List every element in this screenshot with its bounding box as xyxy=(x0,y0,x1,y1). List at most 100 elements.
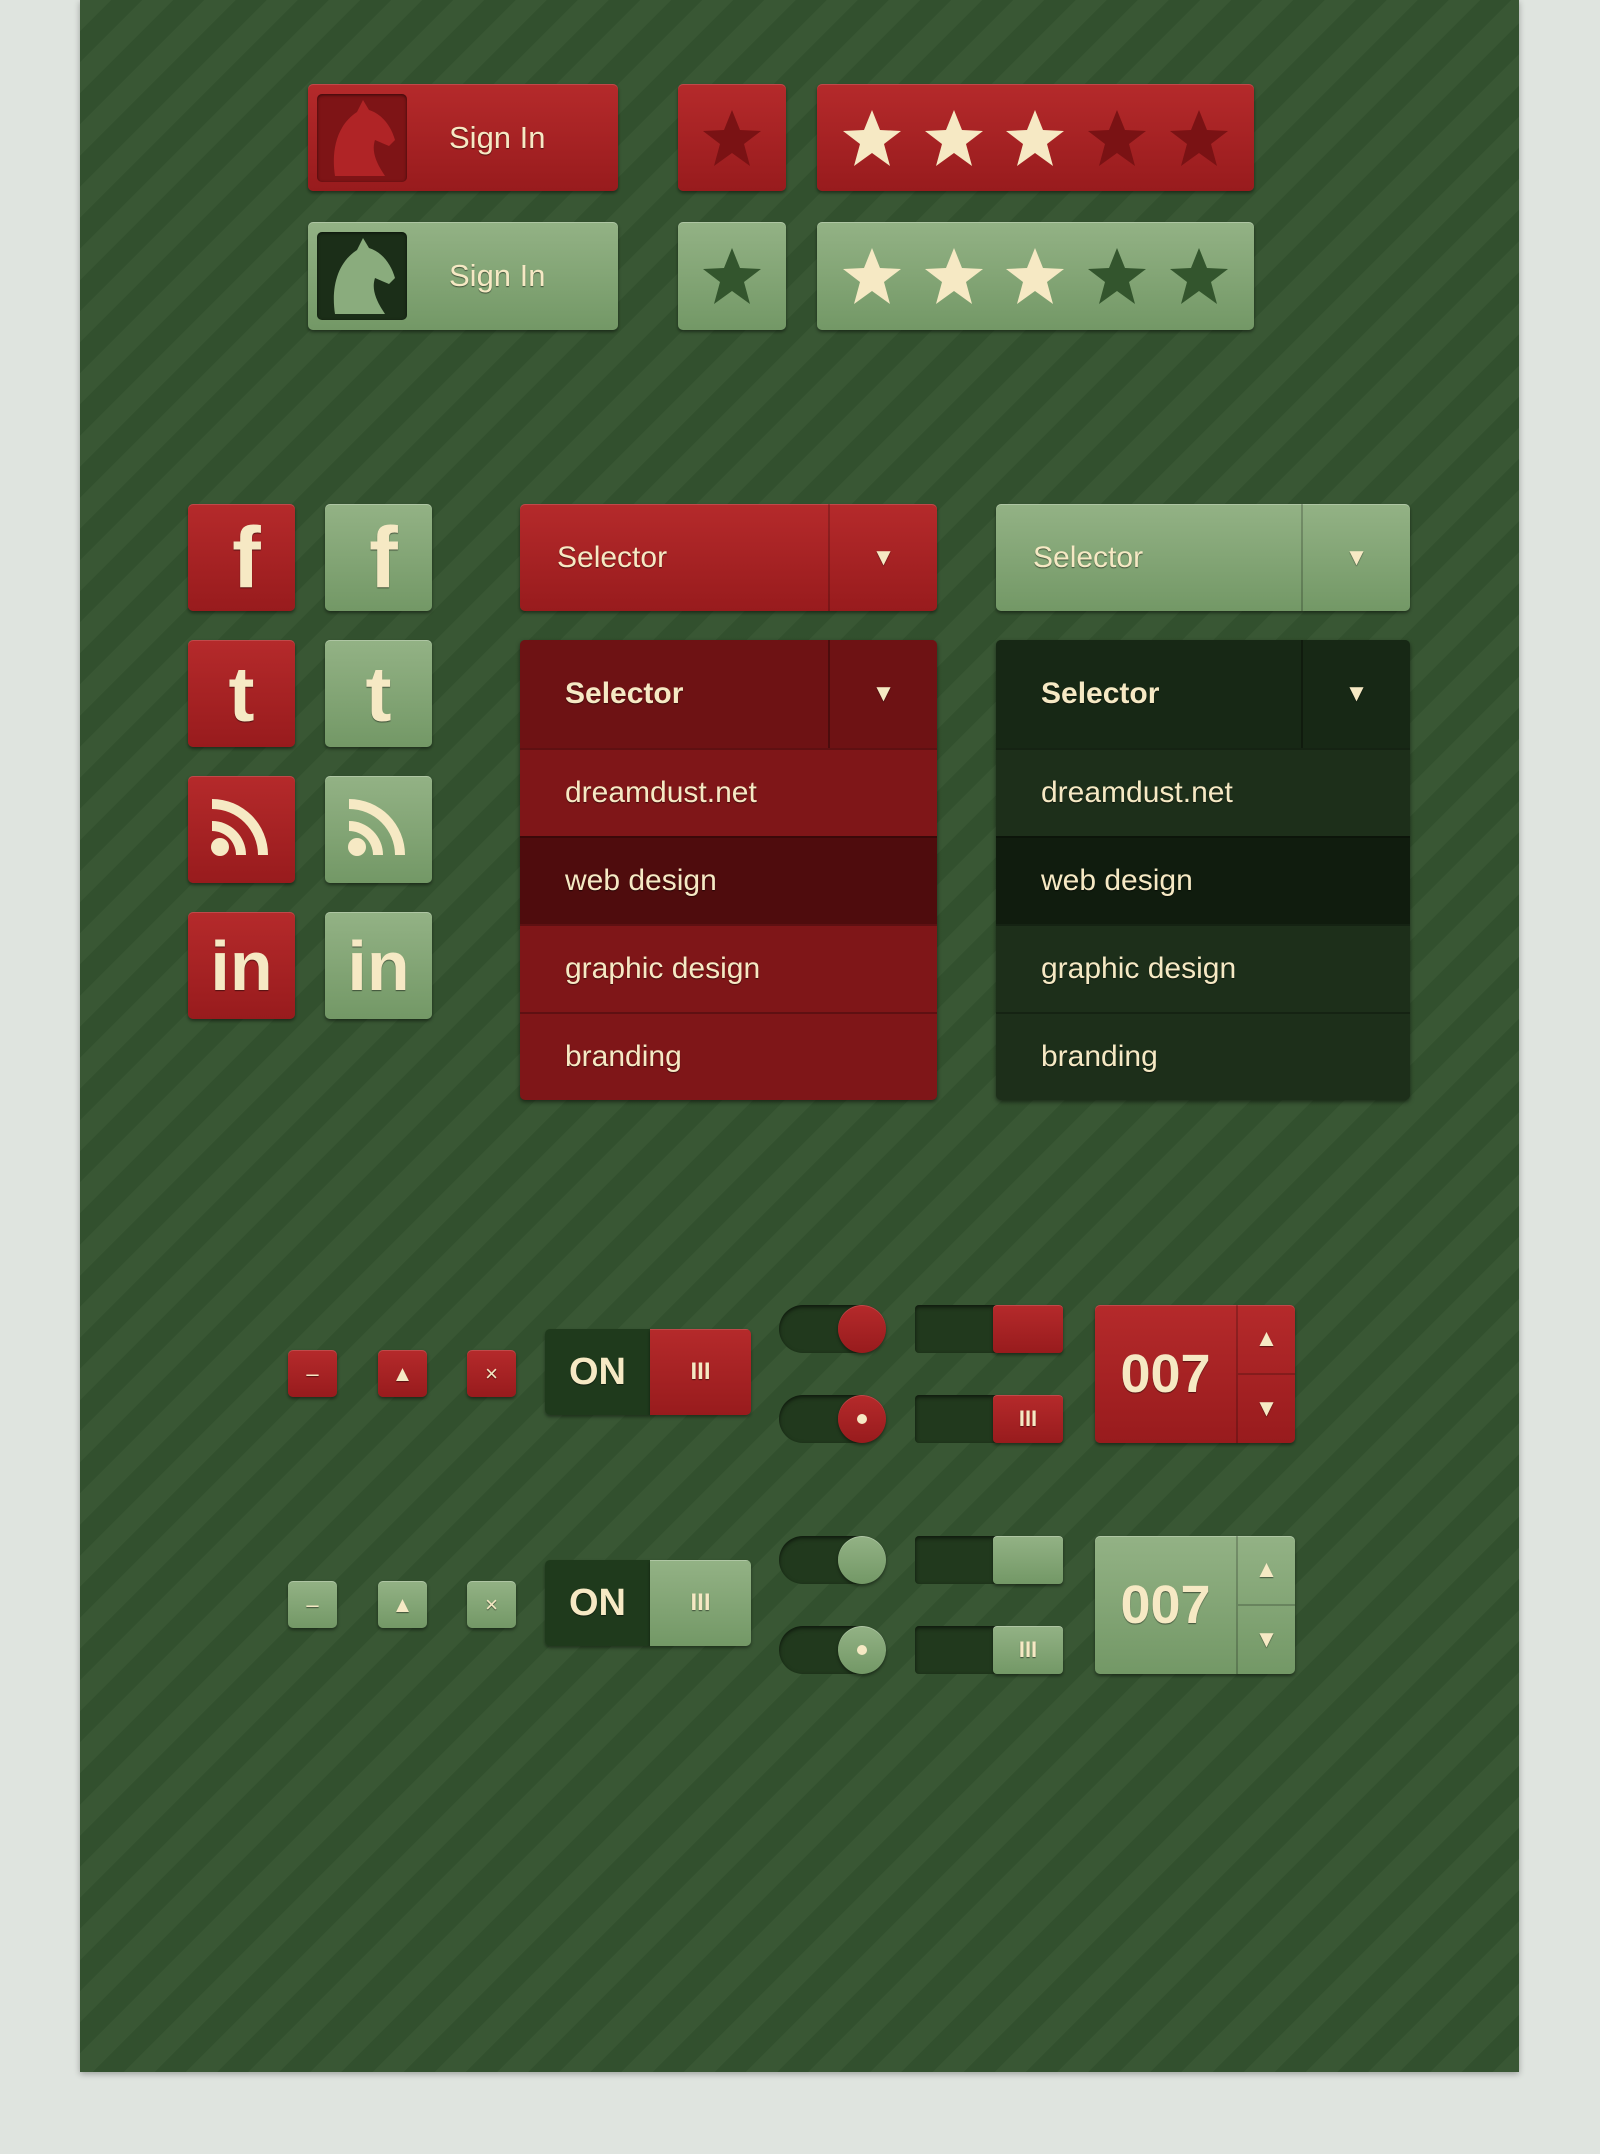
facebook-icon: f xyxy=(232,509,261,606)
sign-in-button-green[interactable]: Sign In xyxy=(308,222,618,330)
linkedin-button[interactable]: in xyxy=(188,912,295,1019)
star-empty-icon[interactable] xyxy=(1086,108,1148,168)
horse-icon xyxy=(317,93,407,182)
slider-knob[interactable] xyxy=(993,1536,1063,1584)
grip-icon[interactable]: III xyxy=(993,1395,1063,1443)
minus-icon: – xyxy=(306,1591,319,1617)
rss-icon xyxy=(347,791,411,869)
round-switch-green[interactable] xyxy=(779,1536,886,1584)
sign-in-label: Sign In xyxy=(449,119,546,155)
arrow-up-icon: ▲ xyxy=(391,1360,414,1386)
twitter-icon: t xyxy=(365,649,392,738)
switch-knob[interactable] xyxy=(838,1395,886,1443)
up-button-red[interactable]: ▲ xyxy=(378,1350,427,1397)
star-empty-icon[interactable] xyxy=(1168,246,1230,306)
dropdown-option[interactable]: branding xyxy=(996,1012,1410,1100)
star-rating-red[interactable] xyxy=(817,84,1254,191)
facebook-button[interactable]: f xyxy=(188,504,295,611)
twitter-button[interactable]: t xyxy=(188,640,295,747)
star-icon[interactable] xyxy=(701,246,763,306)
close-icon: × xyxy=(485,1360,498,1386)
linkedin-icon: in xyxy=(347,926,410,1005)
number-stepper-red[interactable]: 007 ▲ ▼ xyxy=(1095,1305,1295,1443)
star-filled-icon[interactable] xyxy=(841,108,903,168)
dropdown-option[interactable]: dreamdust.net xyxy=(520,748,937,836)
switch-knob[interactable] xyxy=(838,1626,886,1674)
selector-red[interactable]: Selector ▼ xyxy=(520,504,937,611)
stepper-down-icon[interactable]: ▼ xyxy=(1238,1373,1295,1443)
minus-button-red[interactable]: – xyxy=(288,1350,337,1397)
dot-icon xyxy=(857,1645,867,1655)
star-rating-green[interactable] xyxy=(817,222,1254,330)
close-button-green[interactable]: × xyxy=(467,1581,516,1628)
number-stepper-green[interactable]: 007 ▲ ▼ xyxy=(1095,1536,1295,1674)
grip-icon[interactable]: III xyxy=(993,1626,1063,1674)
rss-icon xyxy=(210,791,274,869)
slider-switch-green[interactable] xyxy=(915,1536,1063,1584)
dropdown-option[interactable]: graphic design xyxy=(520,924,937,1012)
grip-icon: III xyxy=(650,1560,751,1646)
selector-label: Selector xyxy=(557,540,668,574)
chevron-down-icon[interactable]: ▼ xyxy=(1301,640,1410,748)
dropdown-option[interactable]: branding xyxy=(520,1012,937,1100)
grip-icon: III xyxy=(650,1329,751,1415)
linkedin-icon: in xyxy=(210,926,273,1005)
star-empty-icon[interactable] xyxy=(1168,108,1230,168)
horse-icon xyxy=(317,232,407,320)
star-filled-icon[interactable] xyxy=(1004,108,1066,168)
on-off-toggle-green[interactable]: ON III xyxy=(545,1560,751,1646)
star-filled-icon[interactable] xyxy=(841,246,903,306)
sign-in-button-red[interactable]: Sign In xyxy=(308,84,618,191)
dropdown-option[interactable]: web design xyxy=(520,836,937,924)
minus-icon: – xyxy=(306,1360,319,1386)
selector-label: Selector xyxy=(1041,677,1160,710)
slider-switch-red[interactable] xyxy=(915,1305,1063,1353)
minus-button-green[interactable]: – xyxy=(288,1581,337,1628)
switch-knob[interactable] xyxy=(838,1305,886,1353)
star-icon[interactable] xyxy=(701,108,763,168)
round-switch-red[interactable] xyxy=(779,1305,886,1353)
dropdown-option[interactable]: graphic design xyxy=(996,924,1410,1012)
on-off-toggle-red[interactable]: ON III xyxy=(545,1329,751,1415)
dropdown-option[interactable]: dreamdust.net xyxy=(996,748,1410,836)
star-filled-icon[interactable] xyxy=(923,108,985,168)
stepper-value[interactable]: 007 xyxy=(1095,1536,1236,1674)
round-switch-dot-red[interactable] xyxy=(779,1395,886,1443)
dropdown-open-red[interactable]: Selector ▼ dreamdust.net web design graphic… xyxy=(520,640,937,1100)
star-filled-icon[interactable] xyxy=(1004,246,1066,306)
close-button-red[interactable]: × xyxy=(467,1350,516,1397)
facebook-icon: f xyxy=(369,509,398,606)
dropdown-option[interactable]: web design xyxy=(996,836,1410,924)
arrow-up-icon: ▲ xyxy=(391,1591,414,1617)
rss-button[interactable] xyxy=(188,776,295,883)
switch-knob[interactable] xyxy=(838,1536,886,1584)
star-empty-icon[interactable] xyxy=(1086,246,1148,306)
slider-switch-grip-red[interactable]: III xyxy=(915,1395,1063,1443)
dot-icon xyxy=(857,1414,867,1424)
chevron-down-icon[interactable]: ▼ xyxy=(828,640,937,748)
stepper-value[interactable]: 007 xyxy=(1095,1305,1236,1443)
linkedin-button[interactable]: in xyxy=(325,912,432,1019)
favorite-star-button-red[interactable] xyxy=(678,84,786,191)
rss-button[interactable] xyxy=(325,776,432,883)
stepper-up-icon[interactable]: ▲ xyxy=(1238,1536,1295,1604)
chevron-down-icon: ▼ xyxy=(1301,504,1410,611)
stepper-down-icon[interactable]: ▼ xyxy=(1238,1604,1295,1674)
dropdown-open-dark[interactable]: Selector ▼ dreamdust.net web design graphic… xyxy=(996,640,1410,1100)
toggle-on-label: ON xyxy=(545,1560,650,1646)
selector-green[interactable]: Selector ▼ xyxy=(996,504,1410,611)
slider-switch-grip-green[interactable]: III xyxy=(915,1626,1063,1674)
selector-label: Selector xyxy=(1033,540,1144,574)
toggle-on-label: ON xyxy=(545,1329,650,1415)
twitter-icon: t xyxy=(228,649,255,738)
selector-label: Selector xyxy=(565,677,684,710)
twitter-button[interactable]: t xyxy=(325,640,432,747)
stepper-up-icon[interactable]: ▲ xyxy=(1238,1305,1295,1373)
slider-knob[interactable] xyxy=(993,1305,1063,1353)
facebook-button[interactable]: f xyxy=(325,504,432,611)
favorite-star-button-green[interactable] xyxy=(678,222,786,330)
up-button-green[interactable]: ▲ xyxy=(378,1581,427,1628)
sign-in-label: Sign In xyxy=(449,258,546,293)
star-filled-icon[interactable] xyxy=(923,246,985,306)
round-switch-dot-green[interactable] xyxy=(779,1626,886,1674)
